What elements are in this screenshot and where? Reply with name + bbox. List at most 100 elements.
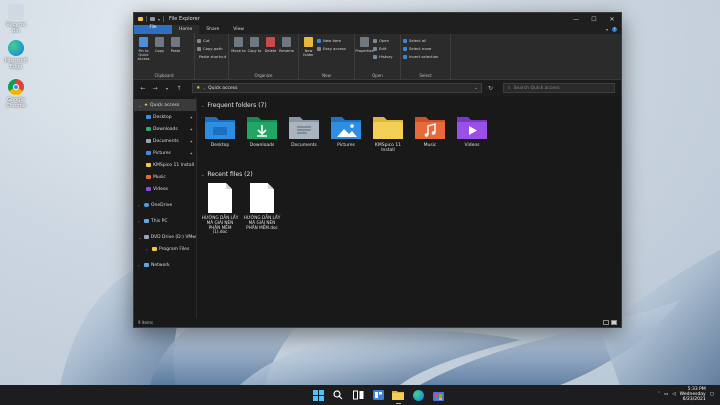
folder-music[interactable]: Music — [411, 114, 449, 162]
collapse-icon[interactable]: ⌄ — [201, 172, 204, 177]
expand-icon[interactable]: › — [138, 219, 142, 224]
ribbon-group-open: Properties Open Edit History Open — [355, 34, 401, 79]
select-all-button[interactable]: Select all — [403, 37, 438, 44]
window-title: File Explorer — [169, 16, 200, 22]
search-input[interactable]: ⌕ Search Quick access — [503, 83, 615, 93]
toolbar-dropdown-icon[interactable]: ▾ — [158, 17, 160, 22]
system-tray: ˄ ▭ ◁ 5:33 PM Wednesday 6/23/2021 ▢ — [658, 387, 714, 402]
nav-item-videos[interactable]: Videos — [134, 183, 196, 195]
music-folder-icon — [415, 117, 445, 139]
up-arrow-icon[interactable]: ↑ — [176, 85, 182, 92]
edit-icon — [373, 46, 377, 51]
minimize-button[interactable]: — — [567, 13, 585, 25]
refresh-icon[interactable]: ↻ — [488, 85, 493, 92]
widgets-button[interactable] — [371, 388, 385, 402]
taskbar-edge[interactable] — [411, 388, 425, 402]
desktop-icon-chrome[interactable]: Google Chrome — [2, 79, 30, 109]
collapse-icon[interactable]: ⌄ — [201, 103, 204, 108]
expand-icon[interactable]: › — [138, 263, 142, 268]
back-arrow-icon[interactable]: ← — [140, 85, 146, 92]
taskbar-store[interactable] — [431, 388, 445, 402]
tab-file[interactable]: File — [134, 24, 172, 34]
address-input[interactable]: ★ › Quick access ⌄ — [192, 83, 482, 93]
quick-access-toolbar-icon[interactable] — [150, 17, 155, 21]
start-button[interactable] — [311, 388, 325, 402]
recent-files-header[interactable]: ⌄ Recent files (2) — [201, 170, 621, 179]
open-button[interactable]: Open — [373, 37, 393, 44]
paste-button[interactable]: Paste — [168, 36, 183, 72]
new-item-icon — [317, 38, 321, 43]
history-button[interactable]: History — [373, 53, 393, 60]
chevron-down-icon[interactable]: ⌄ — [474, 85, 478, 91]
collapse-ribbon-icon[interactable]: ▾ — [606, 27, 608, 32]
help-icon[interactable]: ? — [612, 27, 617, 32]
copy-button[interactable]: Copy — [152, 36, 167, 72]
nav-item-pictures[interactable]: Pictures ✦ — [134, 147, 196, 159]
large-icons-view-button[interactable] — [611, 320, 617, 325]
nav-item-music[interactable]: Music — [134, 171, 196, 183]
maximize-button[interactable]: ☐ — [585, 13, 603, 25]
recent-file[interactable]: HƯỚNG DẪN LẤY MÃ GIẢI NÉN PHẦN MỀM (1).d… — [201, 183, 239, 235]
easy-access-button[interactable]: Easy access — [317, 45, 346, 52]
forward-arrow-icon[interactable]: → — [152, 85, 158, 92]
recent-file[interactable]: HƯỚNG DẪN LẤY MÃ GIẢI NÉN PHẦN MỀM.doc — [243, 183, 281, 235]
rename-button[interactable]: Rename — [279, 36, 294, 72]
expand-icon[interactable]: ⌄ — [138, 235, 142, 240]
desktop-icon-recycle-bin[interactable]: Recycle Bin — [2, 4, 30, 34]
tab-share[interactable]: Share — [199, 25, 226, 34]
copy-path-button[interactable]: Copy path — [197, 45, 226, 52]
delete-button[interactable]: Delete — [263, 36, 278, 72]
nav-item-this-pc[interactable]: › This PC — [134, 215, 196, 227]
new-item-button[interactable]: New item — [317, 37, 346, 44]
nav-item-onedrive[interactable]: › OneDrive — [134, 199, 196, 211]
folder-kmspico[interactable]: KMSpico 11 Install — [369, 114, 407, 162]
taskbar-file-explorer[interactable] — [391, 388, 405, 404]
cut-button[interactable]: Cut — [197, 37, 226, 44]
nav-item-network[interactable]: › Network — [134, 259, 196, 271]
folder-documents[interactable]: Documents — [285, 114, 323, 162]
properties-button[interactable]: Properties — [355, 36, 374, 72]
ribbon-group-clipboard: Pin to Quick access Copy Paste Clipboard — [134, 34, 195, 79]
folder-downloads[interactable]: Downloads — [243, 114, 281, 162]
nav-item-dvd-drive[interactable]: ⌄ DVD Drive (D:) VMw — [134, 231, 196, 243]
tab-home[interactable]: Home — [172, 25, 200, 34]
nav-item-kmspico[interactable]: KMSpico 11 Install — [134, 159, 196, 171]
edit-button[interactable]: Edit — [373, 45, 393, 52]
downloads-folder-icon — [247, 117, 277, 139]
title-bar[interactable]: ▾ File Explorer — ☐ ✕ — [134, 13, 621, 25]
new-folder-button[interactable]: New folder — [301, 36, 316, 72]
nav-item-program-files[interactable]: › Program Files — [134, 243, 196, 255]
task-view-button[interactable] — [351, 388, 365, 402]
paste-shortcut-button[interactable]: Paste shortcut — [197, 53, 226, 60]
desktop-icon-edge[interactable]: Microsoft Edge — [2, 40, 30, 70]
copy-to-button[interactable]: Copy to — [247, 36, 262, 72]
folder-videos[interactable]: Videos — [453, 114, 491, 162]
nav-item-documents[interactable]: Documents ✦ — [134, 135, 196, 147]
expand-icon[interactable]: › — [146, 247, 150, 252]
expand-icon[interactable]: ⌄ — [138, 103, 142, 108]
nav-item-quick-access[interactable]: ⌄ ★ Quick access — [134, 99, 196, 111]
pin-quick-access-button[interactable]: Pin to Quick access — [136, 36, 151, 72]
frequent-folders-header[interactable]: ⌄ Frequent folders (7) — [201, 101, 621, 110]
clock[interactable]: 5:33 PM Wednesday 6/23/2021 — [680, 387, 706, 402]
expand-icon[interactable]: › — [138, 203, 142, 208]
close-button[interactable]: ✕ — [603, 13, 621, 25]
select-small-col: Select all Select none Invert selection — [403, 36, 438, 72]
network-icon[interactable]: ▭ — [664, 392, 668, 397]
folder-desktop[interactable]: Desktop — [201, 114, 239, 162]
tab-view[interactable]: View — [226, 25, 251, 34]
nav-item-downloads[interactable]: Downloads ✦ — [134, 123, 196, 135]
chevron-up-icon[interactable]: ˄ — [658, 392, 660, 397]
taskbar-search-button[interactable] — [331, 388, 345, 402]
notifications-icon[interactable]: ▢ — [710, 392, 714, 397]
invert-selection-button[interactable]: Invert selection — [403, 53, 438, 60]
select-none-button[interactable]: Select none — [403, 45, 438, 52]
folder-pictures[interactable]: Pictures — [327, 114, 365, 162]
volume-icon[interactable]: ◁ — [672, 392, 675, 397]
recent-locations-icon[interactable]: ▾ — [164, 86, 170, 91]
folder-icon — [146, 163, 151, 167]
group-label-open: Open — [372, 73, 383, 78]
details-view-button[interactable] — [603, 320, 609, 325]
move-to-button[interactable]: Move to — [231, 36, 246, 72]
nav-item-desktop[interactable]: Desktop ✦ — [134, 111, 196, 123]
